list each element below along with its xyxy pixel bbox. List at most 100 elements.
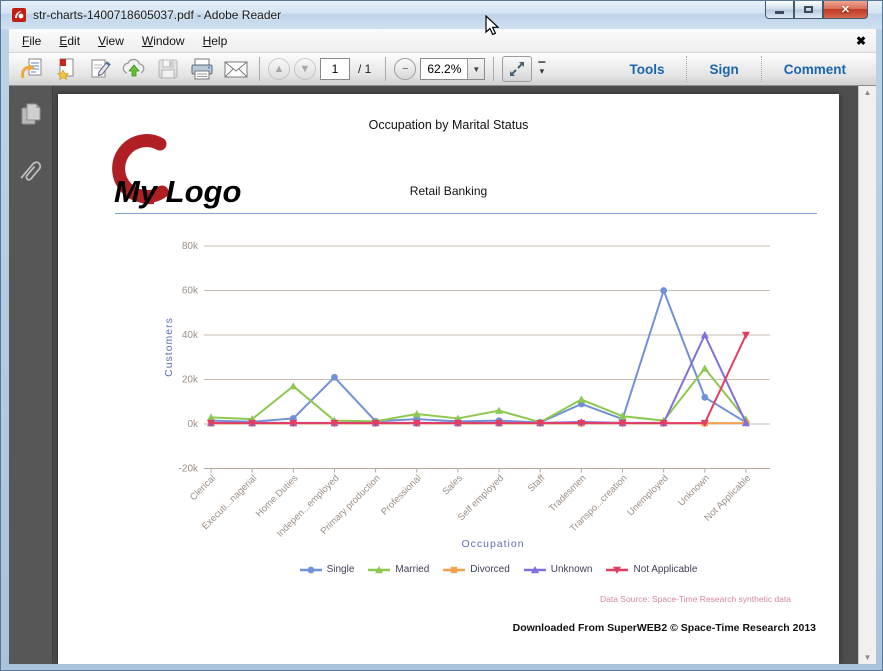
- close-button[interactable]: ✕: [823, 1, 868, 19]
- menubar-close-icon[interactable]: ✖: [856, 34, 866, 48]
- x-tick-label: Clerical: [188, 473, 218, 503]
- menu-help[interactable]: Help: [194, 31, 237, 51]
- toolbar-separator: [259, 57, 260, 81]
- y-tick-label: 0k: [187, 419, 199, 430]
- series-marker: [331, 373, 338, 381]
- vertical-scrollbar[interactable]: ▲ ▼: [858, 86, 876, 664]
- fill-sign-button[interactable]: [85, 56, 115, 83]
- series-marker: [660, 287, 668, 294]
- legend-marker-icon: [299, 566, 322, 573]
- menu-edit[interactable]: Edit: [50, 31, 89, 51]
- open-file-icon: [21, 58, 42, 79]
- legend-marker-icon: [523, 565, 546, 573]
- legend-item-single: Single: [299, 564, 355, 575]
- series-marker: [577, 395, 586, 403]
- page-thumbnails-icon[interactable]: [19, 102, 43, 128]
- zoom-dropdown-button[interactable]: ▼: [467, 59, 485, 79]
- line-chart: 80k60k40k20k0k-20kClericalExecuti...nage…: [163, 241, 770, 550]
- resize-arrows-icon: [510, 62, 525, 76]
- tab-tools[interactable]: Tools: [607, 53, 686, 85]
- x-tick-label: Unknown: [676, 473, 712, 509]
- previous-page-button[interactable]: ▲: [268, 58, 290, 80]
- maximize-button[interactable]: [794, 1, 823, 19]
- series-line-married: [210, 367, 747, 424]
- series-line-unknown: [211, 334, 747, 424]
- legend-marker-icon: [443, 566, 466, 573]
- toolbar: ▲ ▼ 1 / 1 − 62.2% ▼ ▔ ▾ Tools Sign Comme…: [9, 53, 876, 86]
- series-marker: [289, 382, 298, 390]
- open-file-button[interactable]: [17, 56, 47, 83]
- zoom-level-input[interactable]: 62.2%: [421, 62, 467, 76]
- zoom-out-button[interactable]: −: [394, 58, 417, 80]
- save-button[interactable]: [153, 56, 183, 83]
- scroll-down-icon[interactable]: ▼: [864, 653, 872, 662]
- chart-legend: Single Married Divorced Unknown Not Applicab…: [188, 564, 808, 575]
- page-number-input[interactable]: 1: [320, 58, 350, 80]
- x-axis-title: Occupation: [461, 538, 524, 550]
- y-tick-label: 80k: [182, 241, 199, 252]
- download-footer: Downloaded From SuperWEB2 © Space-Time R…: [512, 622, 816, 634]
- series-marker: [701, 393, 709, 401]
- print-button[interactable]: [187, 56, 217, 83]
- x-tick-label: Unemployed: [625, 473, 670, 518]
- mouse-cursor: [485, 15, 500, 36]
- pdf-page: Occupation by Marital Status My Logo Ret…: [58, 94, 839, 664]
- menu-file[interactable]: File: [13, 31, 50, 51]
- tab-sign[interactable]: Sign: [687, 53, 760, 85]
- y-axis-title: Customers: [163, 317, 175, 377]
- scroll-up-icon[interactable]: ▲: [864, 88, 872, 97]
- minimize-icon: [775, 11, 784, 14]
- chevron-down-icon: ▼: [472, 64, 481, 74]
- print-icon: [191, 58, 213, 80]
- toolbar-separator: [385, 57, 387, 81]
- menu-bar: File Edit View Window Help ✖: [9, 29, 876, 53]
- menu-view[interactable]: View: [89, 31, 133, 51]
- y-tick-label: 40k: [182, 330, 199, 341]
- adobe-reader-window: str-charts-1400718605037.pdf - Adobe Rea…: [0, 0, 883, 671]
- create-pdf-icon: [56, 58, 74, 81]
- legend-marker-icon: [368, 565, 391, 573]
- fill-sign-icon: [91, 59, 111, 78]
- navigation-pane: [9, 86, 53, 664]
- x-tick-label: Professional: [379, 473, 424, 518]
- window-title: str-charts-1400718605037.pdf - Adobe Rea…: [33, 8, 282, 22]
- fit-width-button[interactable]: [502, 56, 533, 82]
- legend-item-divorced: Divorced: [442, 564, 510, 575]
- minus-icon: −: [402, 63, 409, 75]
- x-tick-label: Staff: [526, 473, 548, 495]
- toolbar-separator: [493, 57, 495, 81]
- cloud-upload-button[interactable]: [119, 56, 149, 83]
- y-tick-label: 20k: [182, 375, 199, 386]
- maximize-icon: [804, 6, 813, 13]
- legend-label: Not Applicable: [633, 564, 698, 575]
- title-bar[interactable]: str-charts-1400718605037.pdf - Adobe Rea…: [1, 1, 882, 29]
- series-line-single: [210, 289, 747, 424]
- document-viewport: Occupation by Marital Status My Logo Ret…: [9, 86, 876, 664]
- legend-label: Divorced: [470, 564, 510, 575]
- tab-comment[interactable]: Comment: [762, 53, 868, 85]
- header-divider: [115, 213, 817, 214]
- up-arrow-icon: ▲: [273, 63, 285, 75]
- x-tick-label: Tradesmen: [547, 473, 589, 515]
- company-logo: My Logo: [88, 134, 268, 219]
- attachments-paperclip-icon[interactable]: [12, 152, 48, 189]
- legend-label: Married: [395, 564, 430, 575]
- email-icon: [224, 61, 248, 78]
- series-marker: [700, 364, 709, 372]
- minimize-button[interactable]: [765, 1, 794, 19]
- legend-item-married: Married: [367, 564, 429, 575]
- cloud-upload-icon: [122, 58, 145, 77]
- page-count-label: / 1: [358, 62, 372, 76]
- create-pdf-button[interactable]: [51, 56, 81, 83]
- y-tick-label: 60k: [182, 286, 199, 297]
- down-arrow-icon: ▼: [299, 63, 311, 75]
- next-page-button[interactable]: ▼: [294, 58, 316, 80]
- legend-label: Single: [326, 564, 355, 575]
- menu-window[interactable]: Window: [133, 31, 194, 51]
- email-button[interactable]: [221, 56, 251, 83]
- toolbar-overflow-button[interactable]: ▔ ▾: [538, 63, 545, 76]
- y-tick-label: -20k: [179, 464, 199, 475]
- x-tick-label: Sales: [440, 473, 465, 498]
- zoom-control: 62.2% ▼: [420, 58, 486, 80]
- save-icon: [158, 59, 178, 79]
